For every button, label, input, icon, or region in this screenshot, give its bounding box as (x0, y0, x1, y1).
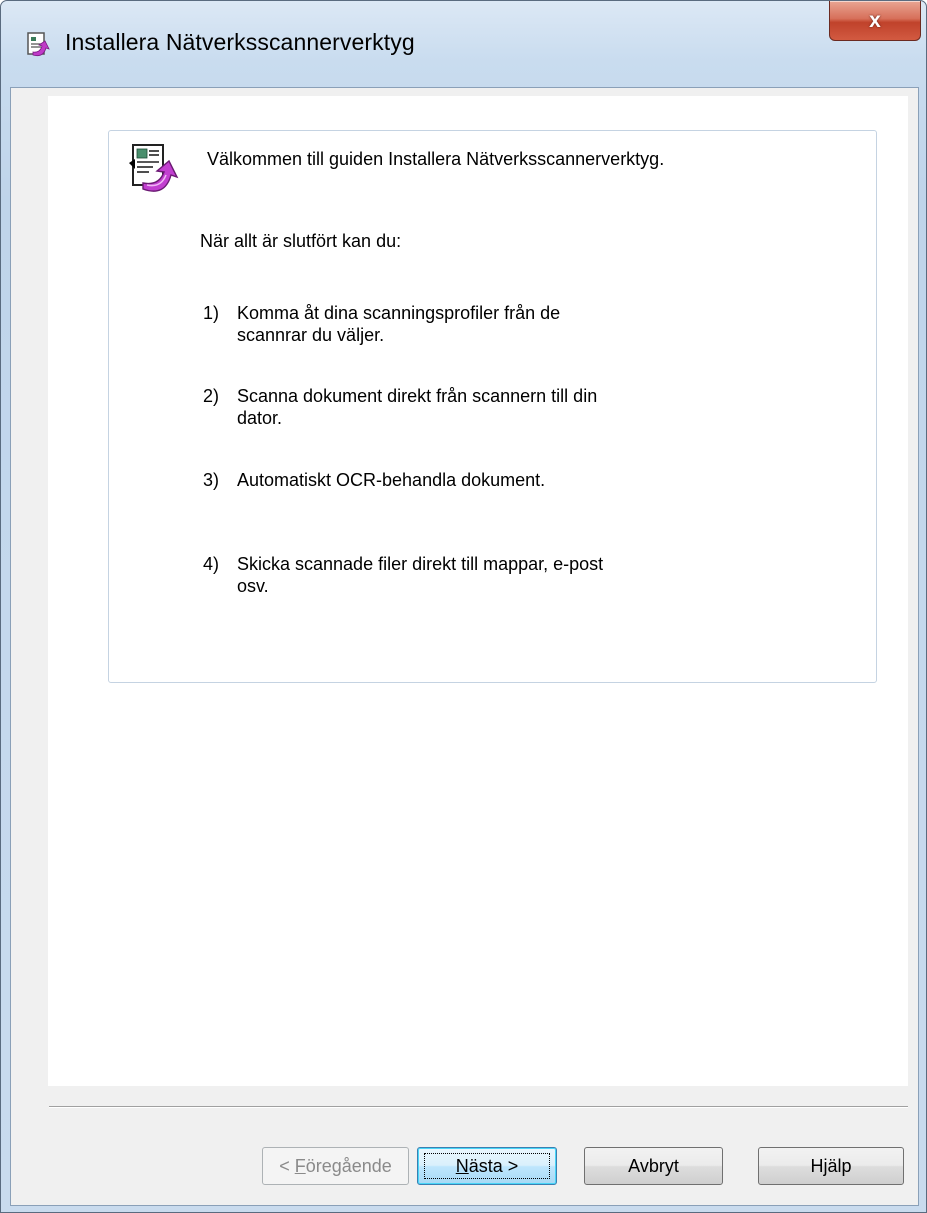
help-button-label: Hjälp (810, 1155, 852, 1176)
title-bar[interactable]: Installera Nätverksscannerverktyg x (1, 1, 926, 87)
next-rest: ästa > (468, 1155, 519, 1176)
next-button[interactable]: Nästa > (417, 1147, 557, 1185)
installer-icon (27, 32, 50, 57)
step-text: Automatiskt OCR-behandla dokument. (237, 470, 546, 490)
step-text-continued: dator. (237, 408, 283, 428)
step-text-continued: osv. (237, 576, 269, 596)
content-area: Välkommen till guiden Installera Nätverk… (48, 96, 908, 1086)
back-button-label: < Föregående (279, 1156, 392, 1177)
step-number: 1) (203, 303, 220, 323)
installer-window: Installera Nätverksscannerverktyg x Välk… (0, 0, 927, 1213)
step-number: 4) (203, 554, 220, 574)
next-button-label: Nästa > (456, 1156, 519, 1177)
intro-text: När allt är slutfört kan du: (200, 231, 402, 251)
close-icon: x (869, 8, 881, 32)
back-rest: öregående (305, 1155, 392, 1176)
back-mnemonic: F (294, 1155, 306, 1176)
next-mnemonic: N (455, 1155, 469, 1176)
cancel-button-label: Avbryt (628, 1155, 679, 1176)
window-title: Installera Nätverksscannerverktyg (65, 29, 415, 55)
step-text: Scanna dokument direkt från scannern til… (237, 386, 598, 406)
welcome-panel: Välkommen till guiden Installera Nätverk… (108, 130, 877, 683)
back-prefix: < (279, 1155, 295, 1176)
help-button[interactable]: Hjälp (758, 1147, 904, 1185)
button-separator (49, 1106, 908, 1108)
step-text-continued: scannrar du väljer. (237, 325, 385, 345)
cancel-button[interactable]: Avbryt (584, 1147, 723, 1185)
welcome-heading: Välkommen till guiden Installera Nätverk… (207, 149, 665, 169)
step-text: Komma åt dina scanningsprofiler från de (237, 303, 561, 323)
back-button[interactable]: < Föregående (262, 1147, 409, 1185)
close-button[interactable]: x (829, 1, 921, 41)
step-number: 2) (203, 386, 220, 406)
step-text: Skicka scannade filer direkt till mappar… (237, 554, 604, 574)
wizard-document-arrow-icon (129, 144, 179, 192)
dialog-body: Välkommen till guiden Installera Nätverk… (10, 87, 919, 1206)
step-number: 3) (203, 470, 220, 490)
